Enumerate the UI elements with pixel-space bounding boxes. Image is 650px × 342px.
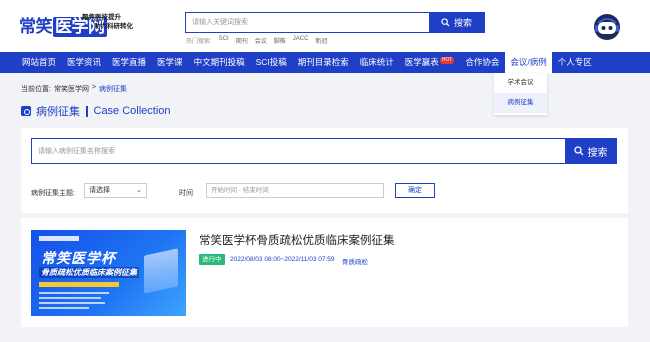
nav-item-meetings-cases[interactable]: 会议/病例 — [504, 52, 553, 73]
header-search-label: 搜索 — [453, 18, 472, 28]
header-search: 搜索 — [185, 12, 485, 33]
hot-keyword[interactable]: 脚椎 — [274, 36, 286, 45]
page-title: 病例征集 Case Collection — [21, 103, 171, 119]
nav-item-statistics[interactable]: 临床统计 — [354, 52, 399, 73]
site-slogan: 聚焦医技提升 助力科研转化 — [82, 13, 133, 31]
thumbnail-title: 常笑医学杯 — [41, 250, 116, 266]
slogan-line-1: 聚焦医技提升 — [82, 14, 121, 21]
search-icon — [441, 18, 450, 27]
nav-item-forms-label: 医学赢表 — [404, 57, 439, 67]
top-header: 常笑医学网 聚焦医技提升 助力科研转化 搜索 热门搜索: SCI 期刊 会议 脚… — [0, 0, 650, 52]
case-tag[interactable]: 骨质疏松 — [342, 256, 368, 266]
nav-item-journal-search[interactable]: 期刊目录检索 — [292, 52, 354, 73]
thumbnail-subtitle: 骨质疏松优质临床案例征集 — [39, 267, 139, 278]
status-badge: 进行中 — [199, 254, 225, 265]
chevron-down-icon: ⌄ — [136, 187, 142, 194]
breadcrumb-separator: > — [91, 84, 97, 91]
nav-item-news[interactable]: 医学资讯 — [62, 52, 107, 73]
title-divider — [86, 105, 88, 117]
nav-item-partners[interactable]: 合作协会 — [460, 52, 505, 73]
main-nav: 网站首页 医学资讯 医学直播 医学课 中文期刊投稿 SCI投稿 期刊目录检索 临… — [0, 52, 650, 73]
breadcrumb-home[interactable]: 常笑医学网 — [54, 84, 89, 94]
page-title-cn: 病例征集 — [36, 106, 80, 118]
case-date: 2022/08/03 08:00~2022/11/03 07:59 — [230, 256, 335, 263]
dropdown-item-conferences[interactable]: 学术会议 — [494, 73, 547, 93]
nav-item-live[interactable]: 医学直播 — [107, 52, 152, 73]
header-search-button[interactable]: 搜索 — [429, 13, 484, 32]
page-title-en: Case Collection — [93, 105, 171, 117]
nav-item-chinese-journal[interactable]: 中文期刊投稿 — [188, 52, 250, 73]
dropdown-item-cases[interactable]: 病例征集 — [494, 93, 547, 113]
thumbnail-logo — [39, 236, 79, 241]
robot-avatar-icon[interactable] — [592, 12, 622, 42]
case-search: 搜索 — [31, 138, 617, 164]
case-icon — [21, 106, 31, 116]
breadcrumb-prefix: 当前位置: — [21, 86, 51, 93]
theme-label: 病例征集主题: — [31, 190, 75, 197]
breadcrumb: 当前位置: 常笑医学网 > 病例征集 — [21, 84, 127, 94]
time-range-input[interactable]: 开始时间 - 结束时间 — [206, 183, 384, 198]
hot-keyword[interactable]: SCI — [219, 36, 229, 45]
nav-item-personal[interactable]: 个人专区 — [552, 52, 597, 73]
theme-select-value: 请选择 — [89, 187, 110, 194]
nav-item-courses[interactable]: 医学课 — [152, 52, 189, 73]
case-search-label: 搜索 — [587, 147, 608, 159]
nav-item-forms[interactable]: 医学赢表 HOT — [399, 52, 460, 73]
case-list: 常笑医学杯 骨质疏松优质临床案例征集 常笑医学杯骨质疏松优质临床案例征集 进行中… — [21, 218, 628, 327]
hot-keyword[interactable]: 会议 — [255, 36, 267, 45]
hot-keyword[interactable]: 新冠 — [315, 36, 327, 45]
header-search-input[interactable] — [186, 13, 430, 32]
slogan-line-2: 助力科研转化 — [94, 23, 133, 30]
hot-badge: HOT — [439, 57, 455, 64]
case-title[interactable]: 常笑医学杯骨质疏松优质临床案例征集 — [199, 232, 395, 248]
case-thumbnail[interactable]: 常笑医学杯 骨质疏松优质临床案例征集 — [31, 230, 186, 316]
case-search-button[interactable]: 搜索 — [565, 139, 616, 163]
hot-search: 热门搜索: SCI 期刊 会议 脚椎 JACC 新冠 — [186, 36, 327, 45]
hot-keyword[interactable]: 期刊 — [236, 36, 248, 45]
thumbnail-graphic — [144, 248, 178, 294]
nav-item-sci[interactable]: SCI投稿 — [250, 52, 292, 73]
nav-dropdown: 学术会议 病例征集 — [494, 73, 547, 115]
case-search-input[interactable] — [32, 139, 566, 163]
confirm-button[interactable]: 确定 — [395, 183, 435, 198]
nav-item-home[interactable]: 网站首页 — [0, 52, 62, 73]
time-label: 时间 — [179, 190, 193, 197]
breadcrumb-current: 病例征集 — [99, 86, 128, 93]
theme-select[interactable]: 请选择 ⌄ — [84, 183, 147, 198]
filter-panel: 搜索 病例征集主题: 请选择 ⌄ 时间 开始时间 - 结束时间 确定 — [21, 128, 628, 213]
search-icon — [573, 146, 583, 156]
hot-search-label: 热门搜索: — [186, 39, 212, 45]
thumbnail-banner — [39, 282, 119, 287]
hot-keyword[interactable]: JACC — [293, 36, 309, 45]
